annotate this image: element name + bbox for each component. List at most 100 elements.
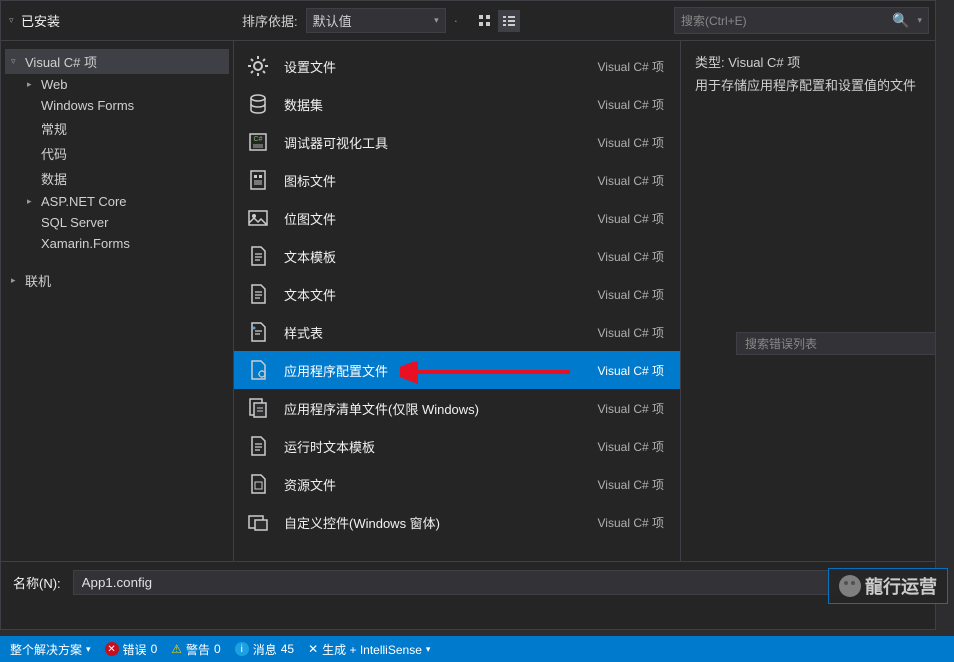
tree-node-label: Xamarin.Forms <box>41 236 130 251</box>
resource-icon <box>244 470 272 498</box>
tree-node[interactable]: ▸联机 <box>5 268 229 293</box>
status-errors[interactable]: ✕ 错误 0 <box>105 641 158 658</box>
chevron-down-icon: ▾ <box>434 15 439 26</box>
template-item-tag: Visual C# 项 <box>598 438 670 455</box>
tree-node[interactable]: Windows Forms <box>5 95 229 116</box>
name-row: 名称(N): <box>1 561 935 603</box>
search-icon[interactable]: 🔍 <box>888 12 913 29</box>
category-tab-area: ▿ 已安装 <box>1 1 234 40</box>
doc-icon <box>244 280 272 308</box>
tree-expander-icon: ▸ <box>27 79 41 90</box>
name-input[interactable] <box>73 570 923 595</box>
tree-node-label: Visual C# 项 <box>25 52 97 71</box>
tree-node[interactable]: SQL Server <box>5 212 229 233</box>
template-item[interactable]: 应用程序清单文件(仅限 Windows)Visual C# 项 <box>234 389 680 427</box>
tree-node-label: SQL Server <box>41 215 108 230</box>
template-item[interactable]: 文本文件Visual C# 项 <box>234 275 680 313</box>
config-icon <box>244 356 272 384</box>
template-item-tag: Visual C# 项 <box>598 400 670 417</box>
template-item[interactable]: C#调试器可视化工具Visual C# 项 <box>234 123 680 161</box>
add-new-item-dialog: ▿ 已安装 排序依据: 默认值 ▾ · 🔍 ▾ <box>0 0 936 630</box>
dialog-body: ▿Visual C# 项▸WebWindows Forms常规代码数据▸ASP.… <box>1 41 935 561</box>
style-icon <box>244 318 272 346</box>
tree-node[interactable]: 数据 <box>5 166 229 191</box>
template-item-name: 运行时文本模板 <box>284 437 598 456</box>
template-item-name: 文本文件 <box>284 285 598 304</box>
template-item-tag: Visual C# 项 <box>598 58 670 75</box>
template-item[interactable]: 运行时文本模板Visual C# 项 <box>234 427 680 465</box>
template-item[interactable]: 应用程序配置文件Visual C# 项 <box>234 351 680 389</box>
sort-by-label: 排序依据: <box>242 11 298 30</box>
small-icons-view-button[interactable] <box>474 10 496 32</box>
tree-expander-icon: ▸ <box>11 275 25 286</box>
installed-tab[interactable]: 已安装 <box>21 11 60 30</box>
template-item-name: 文本模板 <box>284 247 598 266</box>
status-build-filter[interactable]: ✕ 生成 + IntelliSense ▾ <box>308 641 430 658</box>
gear-icon <box>244 52 272 80</box>
chevron-down-icon[interactable]: ▾ <box>913 15 922 26</box>
tree-node[interactable]: 常规 <box>5 116 229 141</box>
template-item-tag: Visual C# 项 <box>598 362 670 379</box>
template-item-tag: Visual C# 项 <box>598 514 670 531</box>
dialog-top-bar: ▿ 已安装 排序依据: 默认值 ▾ · 🔍 ▾ <box>1 1 935 41</box>
error-icon: ✕ <box>105 642 119 656</box>
tree-node-label: Web <box>41 77 68 92</box>
tree-node[interactable]: Xamarin.Forms <box>5 233 229 254</box>
db-icon <box>244 90 272 118</box>
template-item-name: 资源文件 <box>284 475 598 494</box>
template-item[interactable]: 文本模板Visual C# 项 <box>234 237 680 275</box>
category-tree[interactable]: ▿Visual C# 项▸WebWindows Forms常规代码数据▸ASP.… <box>1 41 234 561</box>
tree-expander-icon: ▿ <box>11 56 25 67</box>
tree-node-label: Windows Forms <box>41 98 134 113</box>
image-icon <box>244 204 272 232</box>
tree-node[interactable]: ▸ASP.NET Core <box>5 191 229 212</box>
custom-icon <box>244 508 272 536</box>
template-list[interactable]: 设置文件Visual C# 项数据集Visual C# 项C#调试器可视化工具V… <box>234 41 680 561</box>
template-item[interactable]: 设置文件Visual C# 项 <box>234 47 680 85</box>
template-item-name: 数据集 <box>284 95 598 114</box>
template-item-name: 位图文件 <box>284 209 598 228</box>
tree-node[interactable]: ▿Visual C# 项 <box>5 49 229 74</box>
sort-area: 排序依据: 默认值 ▾ · <box>234 1 674 40</box>
search-input[interactable] <box>681 14 888 28</box>
sort-by-combo[interactable]: 默认值 ▾ <box>306 8 446 33</box>
template-item-name: 自定义控件(Windows 窗体) <box>284 513 598 532</box>
status-scope[interactable]: 整个解决方案 ▾ <box>10 641 91 658</box>
detail-type-label: 类型: <box>695 55 725 70</box>
error-list-search-placeholder: 搜索错误列表 <box>745 337 817 351</box>
template-item-name: 设置文件 <box>284 57 598 76</box>
template-item-tag: Visual C# 项 <box>598 248 670 265</box>
status-bar: 整个解决方案 ▾ ✕ 错误 0 ⚠ 警告 0 i 消息 45 ✕ 生成 + In… <box>0 636 954 662</box>
sort-by-value: 默认值 <box>313 11 352 30</box>
manifest-icon <box>244 394 272 422</box>
warning-icon: ⚠ <box>171 642 182 656</box>
template-item-tag: Visual C# 项 <box>598 476 670 493</box>
list-view-button[interactable] <box>498 10 520 32</box>
info-icon: i <box>235 642 249 656</box>
error-list-search[interactable]: 搜索错误列表 <box>736 332 936 355</box>
chevron-down-icon: ▿ <box>9 15 21 26</box>
template-item[interactable]: 位图文件Visual C# 项 <box>234 199 680 237</box>
template-item[interactable]: 图标文件Visual C# 项 <box>234 161 680 199</box>
icon-file-icon <box>244 166 272 194</box>
template-item-name: 图标文件 <box>284 171 598 190</box>
tree-node[interactable]: 代码 <box>5 141 229 166</box>
status-messages[interactable]: i 消息 45 <box>235 641 294 658</box>
template-item[interactable]: 数据集Visual C# 项 <box>234 85 680 123</box>
template-item[interactable]: 样式表Visual C# 项 <box>234 313 680 351</box>
search-box[interactable]: 🔍 ▾ <box>674 7 929 34</box>
svg-text:C#: C# <box>254 136 263 143</box>
template-item-tag: Visual C# 项 <box>598 96 670 113</box>
template-item[interactable]: 自定义控件(Windows 窗体)Visual C# 项 <box>234 503 680 541</box>
template-item-name: 调试器可视化工具 <box>284 133 598 152</box>
template-item-tag: Visual C# 项 <box>598 324 670 341</box>
tree-node-label: 联机 <box>25 271 51 290</box>
template-item[interactable]: 资源文件Visual C# 项 <box>234 465 680 503</box>
tree-node-label: 常规 <box>41 119 67 138</box>
tree-node[interactable]: ▸Web <box>5 74 229 95</box>
tree-node-label: 数据 <box>41 169 67 188</box>
wechat-icon <box>839 575 861 597</box>
tree-node-label: 代码 <box>41 144 67 163</box>
tree-node-label: ASP.NET Core <box>41 194 127 209</box>
status-warnings[interactable]: ⚠ 警告 0 <box>171 641 220 658</box>
